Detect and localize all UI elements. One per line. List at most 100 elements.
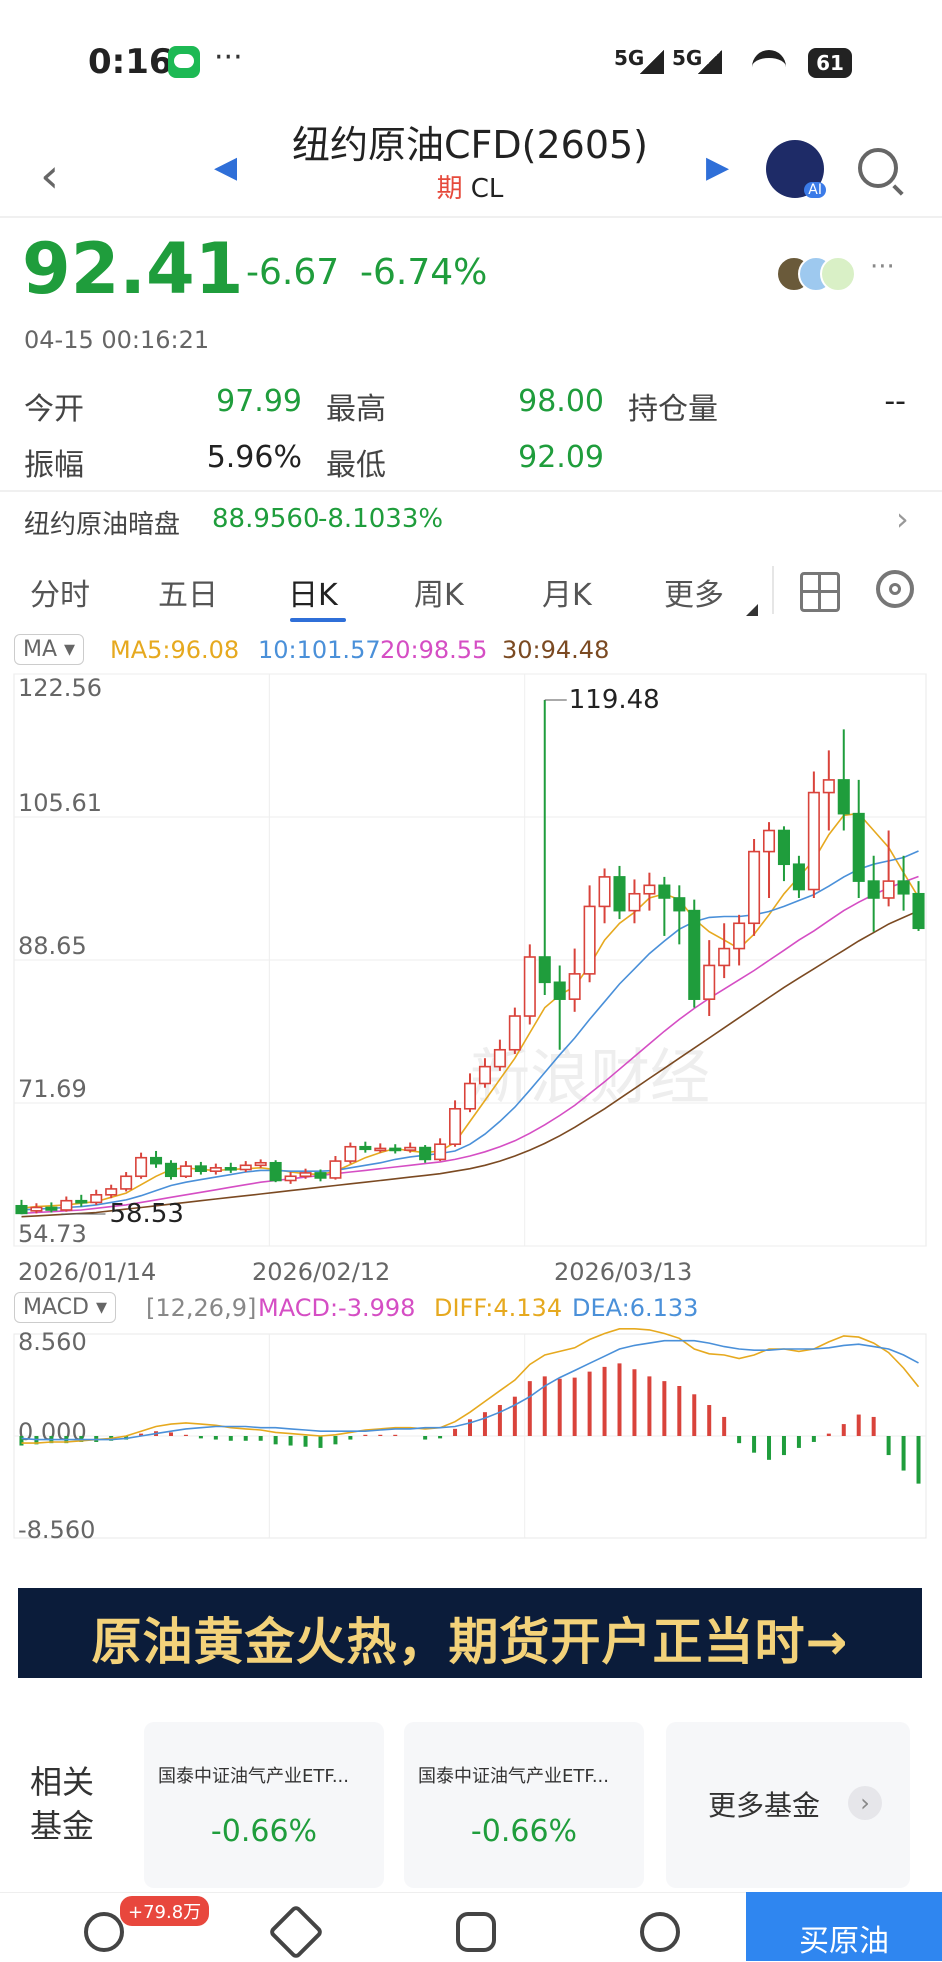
wechat-icon — [168, 46, 200, 78]
candle-body — [120, 1175, 133, 1190]
candle-body — [658, 884, 671, 899]
candle-body — [733, 922, 746, 950]
candle-body — [598, 876, 611, 908]
comment-count-badge: +79.8万 — [120, 1896, 210, 1926]
fund-name: 国泰中证油气产业ETF... — [418, 1766, 609, 1787]
candle-body — [314, 1172, 327, 1179]
tab-more-corner-icon — [746, 604, 758, 616]
quote-timestamp: 04-15 00:16:21 — [24, 326, 210, 354]
tab-more[interactable]: 更多 — [664, 570, 724, 614]
chevron-right-icon: › — [896, 500, 909, 538]
candle-body — [434, 1143, 447, 1161]
more-funds-button[interactable]: 更多基金 › — [666, 1722, 910, 1888]
status-time: 0:16 — [88, 42, 173, 82]
next-instrument-button[interactable]: ▶ — [706, 150, 729, 185]
candle-body — [254, 1161, 267, 1167]
candle-body — [912, 892, 925, 930]
futures-badge: 期 — [436, 174, 463, 204]
candle-body — [179, 1165, 192, 1178]
divider — [0, 490, 942, 492]
tab-weekly-k[interactable]: 周K — [414, 570, 464, 614]
layout-grid-icon[interactable] — [800, 572, 840, 612]
buy-button[interactable]: 买原油 — [746, 1892, 942, 1961]
prev-instrument-button[interactable]: ◀ — [214, 150, 237, 185]
tab-intraday[interactable]: 分时 — [30, 570, 90, 614]
candle-body — [792, 863, 805, 891]
candle-body — [807, 791, 820, 891]
related-funds-label: 相关基金 — [30, 1763, 95, 1845]
candle-body — [822, 779, 835, 794]
fund-card[interactable]: 国泰中证油气产业ETF... -0.66% — [144, 1722, 384, 1888]
tab-monthly-k[interactable]: 月K — [542, 570, 592, 614]
candle-body — [568, 973, 581, 1000]
candle-body — [60, 1199, 73, 1211]
price-change: -6.67 — [246, 252, 340, 293]
candle-body — [882, 880, 895, 899]
macd-selector[interactable]: MACD ▾ — [14, 1292, 116, 1323]
signal-bars-icon-2 — [698, 50, 722, 74]
ma20-legend: 20:98.55 — [380, 636, 488, 664]
open-interest-value: -- — [884, 384, 906, 419]
promo-banner-text: 原油黄金火热，期货开户正当时→ — [91, 1613, 849, 1671]
wifi-icon — [752, 50, 786, 76]
high-label: 最高 — [326, 392, 386, 427]
ai-assistant-button[interactable]: AI — [766, 140, 826, 198]
max-price-label: 119.48 — [569, 685, 660, 715]
candle-body — [583, 905, 596, 975]
candle-body — [135, 1156, 148, 1178]
follower-avatars[interactable] — [776, 256, 866, 292]
gear-icon[interactable] — [876, 570, 914, 608]
x-tick-label: 2026/01/14 — [18, 1258, 156, 1286]
promo-banner[interactable]: 原油黄金火热，期货开户正当时→ — [18, 1588, 922, 1678]
candle-body — [718, 947, 731, 967]
ai-label: AI — [804, 182, 826, 198]
dea-legend: DEA:6.133 — [572, 1294, 699, 1322]
open-label: 今开 — [24, 392, 84, 427]
candle-body — [867, 880, 880, 899]
low-value: 92.09 — [518, 440, 604, 475]
candle-body — [15, 1204, 28, 1215]
candle-body — [404, 1146, 417, 1151]
avatar — [820, 256, 856, 292]
candle-body — [299, 1172, 312, 1178]
macd-chart[interactable]: 8.5600.000-8.560 — [0, 1326, 942, 1548]
more-icon[interactable]: ··· — [870, 252, 895, 282]
search-icon[interactable] — [858, 148, 898, 188]
list-icon[interactable] — [640, 1912, 680, 1952]
candle-body — [329, 1160, 342, 1179]
instrument-subtitle: 期 CL — [260, 168, 680, 205]
candle-body — [344, 1145, 357, 1162]
candle-body — [284, 1175, 297, 1182]
ma-selector[interactable]: MA ▾ — [14, 634, 85, 665]
min-price-label: 58.53 — [109, 1199, 183, 1229]
candle-body — [194, 1165, 207, 1173]
comment-icon[interactable] — [84, 1912, 124, 1952]
candle-body — [508, 1015, 521, 1051]
candle-body — [239, 1164, 252, 1171]
ma-selector-label: MA — [23, 637, 58, 662]
more-options-icon[interactable] — [456, 1912, 496, 1952]
macd-y-tick-label: 8.560 — [18, 1328, 87, 1356]
back-button[interactable]: ‹ — [40, 148, 59, 204]
fund-name: 国泰中证油气产业ETF... — [158, 1766, 349, 1787]
fund-card[interactable]: 国泰中证油气产业ETF... -0.66% — [404, 1722, 644, 1888]
candle-body — [643, 884, 656, 895]
candle-body — [389, 1147, 402, 1152]
y-tick-label: 122.56 — [18, 674, 102, 702]
tab-daily-k[interactable]: 日K — [288, 570, 338, 614]
candle-body — [553, 981, 566, 1000]
candle-body — [45, 1206, 58, 1211]
y-tick-label: 71.69 — [18, 1075, 87, 1103]
watermark: 新浪财经 — [470, 1043, 710, 1113]
candle-body — [463, 1082, 477, 1110]
candle-body — [523, 956, 536, 1017]
candlestick-chart[interactable]: 122.56 105.61 88.65 71.69 54.73 新浪财经 119.48 58.… — [0, 668, 942, 1288]
candle-body — [673, 897, 686, 912]
price-change-pct: -6.74% — [360, 252, 488, 293]
candle-body — [374, 1147, 387, 1152]
candle-body — [164, 1162, 178, 1178]
tab-five-day[interactable]: 五日 — [158, 570, 218, 614]
candle-body — [777, 829, 791, 866]
chevron-right-icon: › — [848, 1786, 882, 1820]
high-value: 98.00 — [518, 384, 604, 419]
